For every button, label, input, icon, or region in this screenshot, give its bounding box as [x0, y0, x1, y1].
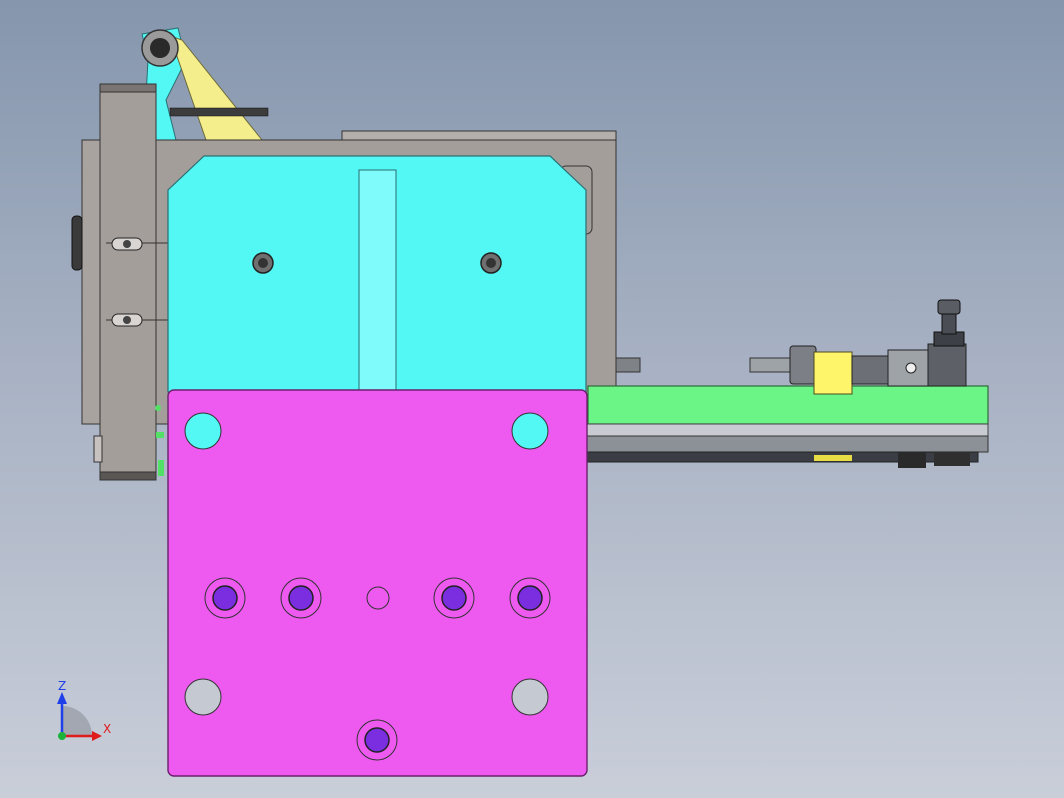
left-side-plate: [99, 83, 157, 481]
rail-end-block: [898, 452, 926, 468]
left-back-plate: [81, 139, 103, 425]
adjust-slot-2-bolt: [123, 316, 131, 324]
cylinder-head: [789, 345, 817, 385]
bolt-head: [288, 585, 314, 611]
cyan-plate-bolt-right-core: [486, 258, 496, 268]
clevis-pin-icon: [905, 362, 917, 374]
green-guide-rail: [587, 385, 989, 425]
rail-yellow-marker: [814, 455, 852, 461]
magenta-hole-top-left: [184, 412, 222, 450]
left-lower-bracket: [93, 435, 103, 463]
green-fitting-1: [155, 405, 161, 411]
fitting-cap: [937, 299, 961, 315]
rail-rod-lower: [585, 435, 989, 453]
lever-pivot-pin: [150, 38, 170, 58]
cylinder-body: [851, 355, 893, 385]
cad-viewport[interactable]: Z X: [0, 0, 1064, 798]
green-fitting-2: [156, 432, 164, 438]
magenta-hole-top-right: [511, 412, 549, 450]
left-knob: [71, 215, 83, 271]
yellow-sensor-block: [813, 351, 853, 395]
z-axis-arrow-icon: [57, 692, 67, 704]
magenta-hole-bottom-right: [511, 678, 549, 716]
yellow-link-arm: [169, 35, 264, 141]
rail-stop-pin: [615, 357, 641, 373]
green-fitting-3: [158, 460, 164, 476]
rail-end-block-2: [934, 452, 970, 466]
magenta-hole-bottom-left: [184, 678, 222, 716]
cyan-center-slot: [358, 169, 397, 395]
bottom-bolt-head: [364, 727, 390, 753]
triad-quadrant: [62, 706, 92, 736]
z-axis-label: Z: [58, 679, 66, 693]
fitting-stem: [941, 311, 957, 335]
push-rod: [169, 107, 269, 117]
x-axis-label: X: [103, 722, 111, 736]
rail-rod-upper: [585, 423, 989, 437]
bolt-head: [517, 585, 543, 611]
left-plate-cap-bottom: [99, 471, 157, 481]
axis-triad[interactable]: Z X: [57, 679, 111, 741]
dowel-hole: [366, 586, 390, 610]
left-plate-cap-top: [99, 83, 157, 93]
cad-model-scene[interactable]: Z X: [0, 0, 1064, 798]
bolt-head: [441, 585, 467, 611]
bolt-head: [212, 585, 238, 611]
y-axis-dot-icon: [58, 732, 66, 740]
adjust-slot-1-bolt: [123, 240, 131, 248]
x-axis-arrow-icon: [92, 731, 102, 741]
cylinder-rod: [749, 357, 793, 373]
cyan-plate-bolt-left-core: [258, 258, 268, 268]
fitting-body: [927, 343, 967, 387]
